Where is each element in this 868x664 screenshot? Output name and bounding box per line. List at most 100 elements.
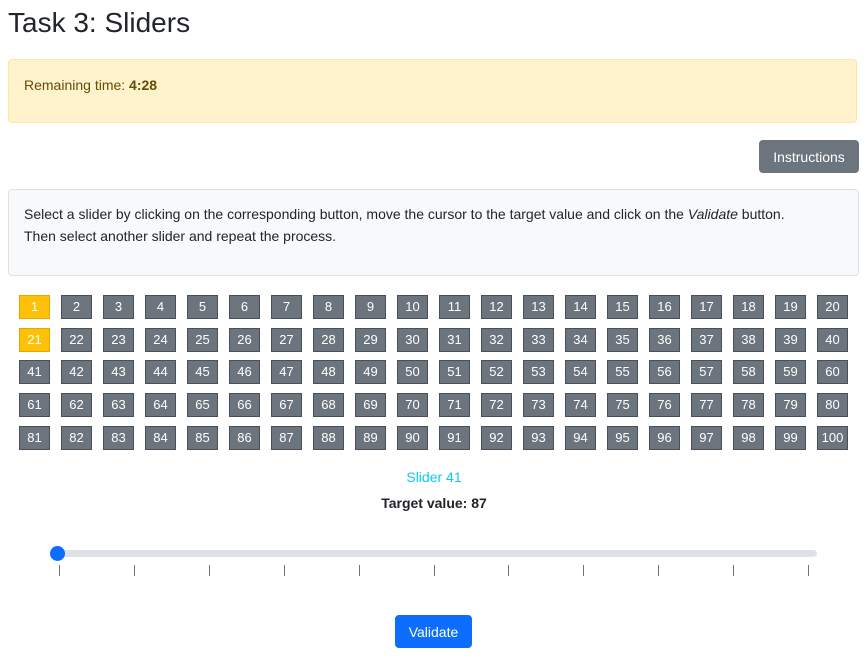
slider-button-88[interactable]: 88	[313, 425, 344, 450]
slider-button-75[interactable]: 75	[607, 393, 638, 418]
slider-button-2[interactable]: 2	[61, 295, 92, 319]
slider-button-65[interactable]: 65	[187, 393, 218, 418]
slider-button-27[interactable]: 27	[271, 327, 302, 352]
slider-button-6[interactable]: 6	[229, 295, 260, 319]
slider-track[interactable]	[50, 546, 817, 561]
slider-button-9[interactable]: 9	[355, 295, 386, 319]
slider-button-60[interactable]: 60	[817, 360, 848, 385]
slider-button-92[interactable]: 92	[481, 425, 512, 450]
slider-button-35[interactable]: 35	[607, 327, 638, 352]
slider-button-47[interactable]: 47	[271, 360, 302, 385]
slider-button-22[interactable]: 22	[61, 327, 92, 352]
slider-button-96[interactable]: 96	[649, 425, 680, 450]
slider-button-10[interactable]: 10	[397, 295, 428, 319]
slider-button-64[interactable]: 64	[145, 393, 176, 418]
slider-button-58[interactable]: 58	[733, 360, 764, 385]
slider-button-23[interactable]: 23	[103, 327, 134, 352]
slider-button-7[interactable]: 7	[271, 295, 302, 319]
slider-button-86[interactable]: 86	[229, 425, 260, 450]
slider-button-50[interactable]: 50	[397, 360, 428, 385]
slider-button-15[interactable]: 15	[607, 295, 638, 319]
slider-button-56[interactable]: 56	[649, 360, 680, 385]
slider-button-95[interactable]: 95	[607, 425, 638, 450]
slider-button-26[interactable]: 26	[229, 327, 260, 352]
slider-button-5[interactable]: 5	[187, 295, 218, 319]
slider-thumb[interactable]	[50, 546, 65, 561]
slider-button-37[interactable]: 37	[691, 327, 722, 352]
slider-button-84[interactable]: 84	[145, 425, 176, 450]
slider-button-57[interactable]: 57	[691, 360, 722, 385]
slider-button-8[interactable]: 8	[313, 295, 344, 319]
slider-button-62[interactable]: 62	[61, 393, 92, 418]
slider-button-81[interactable]: 81	[19, 425, 50, 450]
slider-button-4[interactable]: 4	[145, 295, 176, 319]
slider-button-73[interactable]: 73	[523, 393, 554, 418]
slider-button-42[interactable]: 42	[61, 360, 92, 385]
slider-button-61[interactable]: 61	[19, 393, 50, 418]
slider-button-32[interactable]: 32	[481, 327, 512, 352]
slider-button-1[interactable]: 1	[19, 295, 50, 319]
slider-button-44[interactable]: 44	[145, 360, 176, 385]
slider-button-87[interactable]: 87	[271, 425, 302, 450]
slider-button-33[interactable]: 33	[523, 327, 554, 352]
slider-button-13[interactable]: 13	[523, 295, 554, 319]
slider-button-45[interactable]: 45	[187, 360, 218, 385]
slider-button-19[interactable]: 19	[775, 295, 806, 319]
slider-button-41[interactable]: 41	[19, 360, 50, 385]
slider-button-40[interactable]: 40	[817, 327, 848, 352]
slider-button-39[interactable]: 39	[775, 327, 806, 352]
instructions-button[interactable]: Instructions	[759, 140, 859, 173]
slider-button-53[interactable]: 53	[523, 360, 554, 385]
slider-button-25[interactable]: 25	[187, 327, 218, 352]
slider-button-98[interactable]: 98	[733, 425, 764, 450]
slider-button-80[interactable]: 80	[817, 393, 848, 418]
slider-button-49[interactable]: 49	[355, 360, 386, 385]
slider-button-70[interactable]: 70	[397, 393, 428, 418]
slider-button-14[interactable]: 14	[565, 295, 596, 319]
slider-button-90[interactable]: 90	[397, 425, 428, 450]
validate-button[interactable]: Validate	[395, 615, 472, 648]
slider-button-89[interactable]: 89	[355, 425, 386, 450]
slider-button-83[interactable]: 83	[103, 425, 134, 450]
slider-button-82[interactable]: 82	[61, 425, 92, 450]
slider-button-91[interactable]: 91	[439, 425, 470, 450]
slider-button-30[interactable]: 30	[397, 327, 428, 352]
slider-button-38[interactable]: 38	[733, 327, 764, 352]
slider-button-71[interactable]: 71	[439, 393, 470, 418]
slider-button-28[interactable]: 28	[313, 327, 344, 352]
slider-button-94[interactable]: 94	[565, 425, 596, 450]
slider-button-43[interactable]: 43	[103, 360, 134, 385]
slider-button-34[interactable]: 34	[565, 327, 596, 352]
slider-button-20[interactable]: 20	[817, 295, 848, 319]
slider-button-63[interactable]: 63	[103, 393, 134, 418]
slider-button-11[interactable]: 11	[439, 295, 470, 319]
slider-button-55[interactable]: 55	[607, 360, 638, 385]
slider-button-78[interactable]: 78	[733, 393, 764, 418]
slider-button-16[interactable]: 16	[649, 295, 680, 319]
slider-button-68[interactable]: 68	[313, 393, 344, 418]
slider-button-52[interactable]: 52	[481, 360, 512, 385]
slider-button-31[interactable]: 31	[439, 327, 470, 352]
slider-button-77[interactable]: 77	[691, 393, 722, 418]
slider-button-17[interactable]: 17	[691, 295, 722, 319]
slider-button-46[interactable]: 46	[229, 360, 260, 385]
slider-button-29[interactable]: 29	[355, 327, 386, 352]
slider-button-67[interactable]: 67	[271, 393, 302, 418]
slider-button-48[interactable]: 48	[313, 360, 344, 385]
slider-button-93[interactable]: 93	[523, 425, 554, 450]
slider-button-100[interactable]: 100	[817, 425, 848, 450]
slider-button-69[interactable]: 69	[355, 393, 386, 418]
slider-button-59[interactable]: 59	[775, 360, 806, 385]
slider-button-3[interactable]: 3	[103, 295, 134, 319]
slider-button-66[interactable]: 66	[229, 393, 260, 418]
slider-button-21[interactable]: 21	[19, 327, 50, 352]
slider-button-72[interactable]: 72	[481, 393, 512, 418]
slider-button-18[interactable]: 18	[733, 295, 764, 319]
slider-button-85[interactable]: 85	[187, 425, 218, 450]
slider-button-79[interactable]: 79	[775, 393, 806, 418]
slider-button-74[interactable]: 74	[565, 393, 596, 418]
slider-button-97[interactable]: 97	[691, 425, 722, 450]
slider-button-76[interactable]: 76	[649, 393, 680, 418]
slider-button-99[interactable]: 99	[775, 425, 806, 450]
slider-button-36[interactable]: 36	[649, 327, 680, 352]
